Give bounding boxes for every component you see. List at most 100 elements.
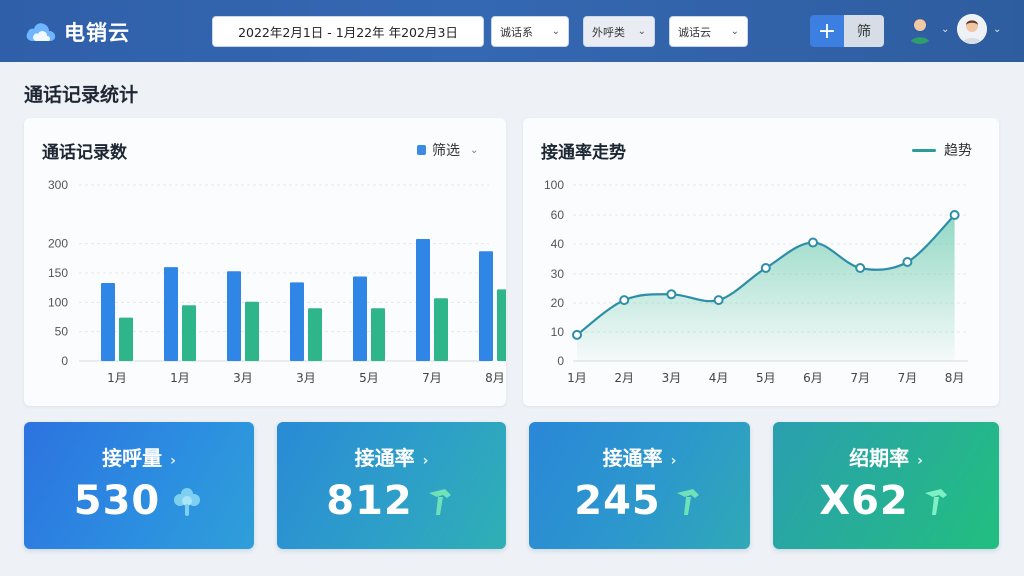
bar-series-1 [227, 271, 241, 361]
y-tick-label: 30 [551, 267, 565, 281]
kpi-label-text: 接通率 [354, 446, 415, 470]
data-point [760, 263, 771, 273]
x-tick-label: 3月 [296, 371, 316, 385]
user-menu-2[interactable]: ⌄ [957, 14, 1001, 44]
y-tick-label: 60 [551, 208, 565, 222]
hammer-icon [428, 489, 451, 515]
cloud-logo-icon [26, 23, 56, 41]
bar-series-2 [434, 298, 448, 361]
person-avatar-icon [910, 19, 930, 44]
user-menu-1[interactable]: ⌄ [905, 14, 949, 44]
date-range-picker[interactable]: 2022年2月1日 - 1月22年 年202月3日 [212, 16, 484, 47]
bar-series-1 [101, 282, 115, 361]
area-fill [577, 215, 955, 361]
bar-series-2 [308, 308, 322, 361]
x-tick-label: 7月 [422, 371, 442, 385]
x-tick-label: 5月 [359, 371, 379, 385]
kpi-label: 接呼量 › [24, 442, 254, 471]
y-tick-label: 10 [551, 325, 565, 339]
chevron-down-icon: ⌄ [941, 23, 950, 35]
x-tick-label: 5月 [756, 371, 776, 385]
kpi-value: 812 [326, 478, 413, 524]
dropdown-label: 外呼类 [592, 25, 625, 39]
kpi-value: 530 [73, 478, 161, 524]
kpi-value-row: 530 [24, 478, 254, 524]
data-point [666, 289, 677, 300]
bar-series-1 [479, 251, 493, 361]
data-point [572, 329, 582, 340]
bar-series-2 [371, 308, 385, 361]
x-tick-label: 3月 [662, 371, 682, 385]
kpi-label-text: 绍期率 [849, 446, 910, 470]
y-tick-label: 100 [48, 295, 68, 309]
flower-icon [174, 488, 201, 516]
y-tick-label: 0 [61, 354, 68, 368]
chevron-right-icon: › [170, 453, 176, 469]
line-chart: 0 10 20 30 40 60 100 1月 2月 3月 4月 5月 6月 7月 7月 8月 [544, 178, 968, 385]
kpi-label: 接通率 › [529, 442, 750, 471]
kpi-value-row: X62 [773, 478, 999, 524]
kpi-value: 245 [574, 478, 661, 524]
chevron-down-icon: ⌄ [551, 26, 560, 37]
y-tick-label: 20 [551, 296, 565, 310]
data-point [808, 237, 818, 248]
y-tick-label: 150 [48, 266, 68, 280]
bar-series-2 [182, 305, 196, 361]
chevron-right-icon: › [422, 453, 429, 469]
bar-series-1 [290, 282, 304, 361]
data-point [619, 295, 630, 306]
y-tick-label: 100 [544, 178, 564, 192]
kpi-card-connect-rate-2[interactable]: 接通率 › 245 [529, 422, 750, 549]
filter-dropdown-2[interactable]: 外呼类 ⌄ [583, 16, 655, 47]
hammer-icon [676, 489, 699, 515]
y-tick-label: 200 [48, 237, 68, 251]
chevron-down-icon: ⌄ [637, 26, 646, 37]
x-tick-label: 4月 [709, 371, 729, 385]
filter-dropdown-1[interactable]: 诚话系 ⌄ [491, 16, 569, 47]
kpi-label: 绍期率 › [773, 442, 999, 471]
action-button-group: + 筛 [810, 15, 884, 47]
chevron-down-icon: ⌄ [993, 23, 1002, 35]
kpi-card-connect-rate[interactable]: 接通率 › 812 [277, 422, 506, 549]
chevron-down-icon: ⌄ [730, 26, 739, 37]
chevron-right-icon: › [917, 453, 923, 469]
bar-series-1 [353, 276, 367, 361]
x-tick-label: 3月 [233, 371, 253, 385]
filter-button[interactable]: 筛 [844, 15, 884, 47]
connect-rate-chart-card: 接通率走势 趋势 0 10 20 30 40 60 100 1月 2月 3月 4月 5月 6月 7月 7月 8… [523, 118, 999, 406]
x-tick-label: 8月 [485, 371, 505, 385]
kpi-label-text: 接呼量 [102, 446, 163, 470]
data-point [713, 295, 724, 306]
kpi-card-period-rate[interactable]: 绍期率 › X62 [773, 422, 999, 549]
kpi-label: 接通率 › [277, 442, 506, 471]
top-bar: 电销云 2022年2月1日 - 1月22年 年202月3日 诚话系 ⌄ 外呼类 … [0, 0, 1024, 62]
data-point [902, 257, 913, 267]
kpi-card-call-volume[interactable]: 接呼量 › 530 [24, 422, 254, 549]
dropdown-label: 诚话系 [500, 25, 533, 39]
y-tick-label: 40 [551, 237, 565, 251]
bar-series-2 [497, 289, 506, 361]
brand[interactable]: 电销云 [24, 17, 130, 47]
brand-name: 电销云 [64, 21, 130, 45]
hammer-icon [924, 489, 947, 515]
bar-series-2 [119, 317, 133, 361]
bar-series-2 [245, 301, 259, 361]
bar-chart: 0 50 100 150 200 300 1月 1月 3月 3月 5月 7月 8月 [48, 178, 506, 385]
x-tick-label: 1月 [170, 371, 190, 385]
bar-series-1 [164, 267, 178, 361]
call-records-chart-card: 通话记录数 筛选 ⌄ 0 50 100 150 200 300 1月 1月 3月 3月 5月 7月 8月 [24, 118, 506, 406]
x-tick-label: 1月 [567, 371, 587, 385]
kpi-label-text: 接通率 [602, 446, 663, 470]
x-tick-label: 1月 [107, 371, 127, 385]
add-button[interactable]: + [810, 15, 844, 47]
avatar [905, 14, 935, 44]
filter-dropdown-3[interactable]: 诚话云 ⌄ [669, 16, 748, 47]
data-point [855, 263, 866, 273]
page-title: 通话记录统计 [24, 84, 139, 106]
y-tick-label: 50 [55, 325, 69, 339]
kpi-value-row: 812 [277, 478, 506, 524]
date-range-text: 2022年2月1日 - 1月22年 年202月3日 [238, 25, 458, 40]
y-tick-label: 300 [48, 178, 68, 192]
x-tick-label: 2月 [614, 371, 634, 385]
data-point [949, 210, 960, 220]
